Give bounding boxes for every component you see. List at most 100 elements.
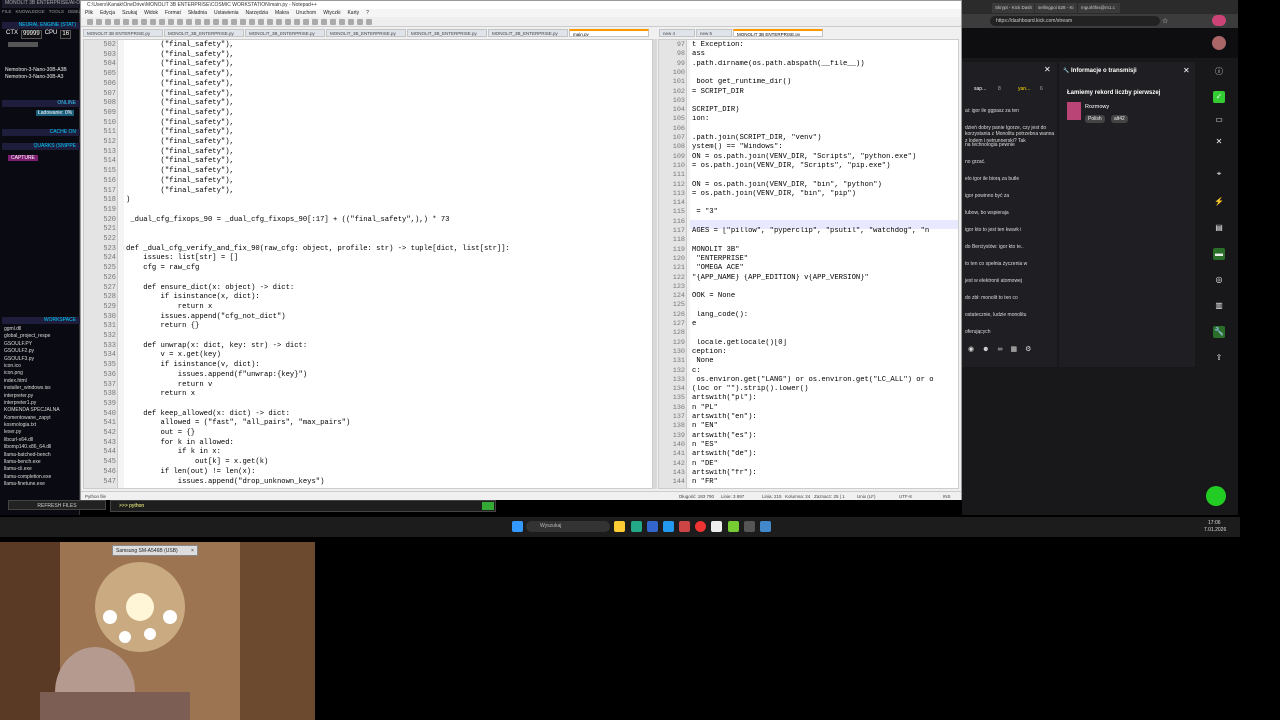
npp-menu-item[interactable]: Edycja	[100, 9, 115, 17]
editor-tab[interactable]: main.py	[569, 29, 649, 37]
code-line[interactable]: ("final_safety"),	[126, 177, 234, 187]
code-line[interactable]: (loc or "").strip().lower()	[692, 385, 958, 394]
link-icon[interactable]: ∞	[997, 346, 1002, 353]
npp-menu-item[interactable]: Plik	[85, 9, 93, 17]
code-line[interactable]: = os.path.join(VENV_DIR, "Scripts", "pip…	[692, 162, 958, 171]
app-icon[interactable]	[663, 521, 674, 532]
code-line[interactable]: if isinstance(x, dict):	[126, 293, 260, 303]
split-divider[interactable]	[653, 39, 657, 489]
file-explorer-icon[interactable]	[614, 521, 625, 532]
code-line[interactable]: if len(out) != len(x):	[126, 468, 256, 478]
code-line[interactable]: ("final_safety"),	[126, 90, 234, 100]
code-line[interactable]: t Exception:	[692, 41, 958, 50]
code-line[interactable]: if k in x:	[126, 448, 221, 458]
app-icon[interactable]	[647, 521, 658, 532]
code-line[interactable]: = SCRIPT_DIR	[692, 88, 958, 97]
star-icon[interactable]: ☆	[1162, 17, 1168, 25]
code-line[interactable]: ass	[692, 50, 958, 59]
code-line[interactable]: _dual_cfg_fixops_90 = _dual_cfg_fixops_9…	[126, 216, 449, 226]
editor-tab[interactable]: MONOLIT_3B_ENTERPRISE.py	[488, 29, 568, 37]
toolbar-button-icon[interactable]	[276, 19, 282, 25]
chat-user[interactable]: sap...	[974, 86, 986, 92]
code-line[interactable]: os.environ.get("LANG") or os.environ.get…	[692, 376, 958, 385]
npp-menu-item[interactable]: Narzędzia	[246, 9, 269, 17]
toolbar-button-icon[interactable]	[204, 19, 210, 25]
workspace-file[interactable]: interpreter1.py	[4, 400, 74, 407]
right-editor[interactable]: 97 t Exception: 98 ass 99 .path.dirname(os.pa…	[658, 39, 959, 489]
toolbar-button-icon[interactable]	[213, 19, 219, 25]
toolbar-button-icon[interactable]	[294, 19, 300, 25]
code-line[interactable]: ("final_safety"),	[126, 80, 234, 90]
code-line[interactable]: artswith("de"):	[692, 450, 958, 459]
code-line[interactable]: ("final_safety"),	[126, 128, 234, 138]
code-line[interactable]: return x	[126, 303, 213, 313]
editor-tab[interactable]: MONOLIT_3B_ENTERPRISE.py	[407, 29, 487, 37]
tag[interactable]: Polish	[1085, 115, 1105, 123]
workspace-file[interactable]: llama-finetune.exe	[4, 481, 74, 488]
code-line[interactable]: return x	[126, 390, 196, 400]
toolbar-button-icon[interactable]	[303, 19, 309, 25]
share-icon[interactable]: ⇪	[1213, 352, 1225, 364]
editor-tab[interactable]: new 4	[659, 29, 695, 37]
toolbar-button-icon[interactable]	[285, 19, 291, 25]
code-line[interactable]: ("final_safety"),	[126, 109, 234, 119]
code-line[interactable]: ("final_safety"),	[126, 119, 234, 129]
run-button[interactable]	[482, 502, 494, 510]
code-line[interactable]: ("final_safety"),	[126, 60, 234, 70]
menu-knowledge[interactable]: KNOWLEDGE	[16, 9, 45, 14]
workspace-file[interactable]: global_project_respe	[4, 333, 74, 340]
code-line[interactable]: ("final_safety"),	[126, 138, 234, 148]
clock-time[interactable]: 17:06	[1208, 520, 1221, 526]
close-icon[interactable]: ✕	[1044, 65, 1051, 74]
browser-tab[interactable]: Skrypt - Kick Dash	[992, 3, 1034, 13]
check-icon[interactable]: ✓	[1213, 91, 1225, 103]
code-line[interactable]: n "EN"	[692, 422, 958, 431]
code-line[interactable]: n "DE"	[692, 460, 958, 469]
code-line[interactable]: issues.append("cfg_not_dict")	[126, 313, 286, 323]
code-line[interactable]	[692, 329, 958, 338]
code-line[interactable]: = os.path.join(VENV_DIR, "bin", "pip")	[692, 190, 958, 199]
code-line[interactable]	[692, 199, 958, 208]
code-line[interactable]: ("final_safety"),	[126, 148, 234, 158]
code-line[interactable]: return v	[126, 381, 213, 391]
toolbar-button-icon[interactable]	[312, 19, 318, 25]
code-line[interactable]: out = {}	[126, 429, 196, 439]
toolbar-button-icon[interactable]	[132, 19, 138, 25]
app-icon[interactable]	[760, 521, 771, 532]
gear-icon[interactable]: ⚙	[1025, 345, 1031, 353]
code-line[interactable]: artswith("es"):	[692, 432, 958, 441]
avatar[interactable]	[1212, 36, 1226, 50]
npp-menu-item[interactable]: Widok	[144, 9, 158, 17]
toolbar-button-icon[interactable]	[357, 19, 363, 25]
code-line[interactable]: ("final_safety"),	[126, 51, 234, 61]
clock-date[interactable]: 7.01.2026	[1204, 527, 1226, 533]
code-line[interactable]: c:	[692, 367, 958, 376]
code-line[interactable]: ON = os.path.join(VENV_DIR, "Scripts", "…	[692, 153, 958, 162]
close-icon[interactable]: ✕	[1183, 66, 1190, 75]
toolbar-button-icon[interactable]	[231, 19, 237, 25]
left-editor[interactable]: 502 ("final_safety"), 503 ("final_safety"…	[83, 39, 653, 489]
workspace-file[interactable]: icon.ico	[4, 363, 74, 370]
npp-menu-item[interactable]: Składnia	[188, 9, 207, 17]
workspace-file[interactable]: GSOULF3.py	[4, 356, 74, 363]
code-line[interactable]: v = x.get(key)	[126, 351, 221, 361]
workspace-file[interactable]: interpreter.py	[4, 393, 74, 400]
editor-tab[interactable]: new 5	[696, 29, 732, 37]
toolbar-button-icon[interactable]	[168, 19, 174, 25]
code-line[interactable]	[692, 69, 958, 78]
toolbar-button-icon[interactable]	[114, 19, 120, 25]
workspace-file[interactable]: libomp140.x86_64.dll	[4, 444, 74, 451]
code-line[interactable]: def keep_allowed(x: dict) -> dict:	[126, 410, 290, 420]
code-line[interactable]: issues: list[str] = []	[126, 254, 238, 264]
code-line[interactable]: ystem() == "Windows":	[692, 143, 958, 152]
notepad-plus-plus-icon[interactable]	[728, 521, 739, 532]
toolbar-button-icon[interactable]	[366, 19, 372, 25]
chat-icon[interactable]: ▬	[1213, 248, 1225, 260]
npp-menu-item[interactable]: ?	[366, 9, 369, 17]
workspace-file[interactable]: llama-batched-bench	[4, 452, 74, 459]
cpu-input[interactable]: 16	[60, 30, 72, 39]
code-line[interactable]: artswith("fr"):	[692, 469, 958, 478]
toolbar-button-icon[interactable]	[258, 19, 264, 25]
npp-menu-item[interactable]: Uruchom	[296, 9, 316, 17]
code-line[interactable]: ion:	[692, 115, 958, 124]
